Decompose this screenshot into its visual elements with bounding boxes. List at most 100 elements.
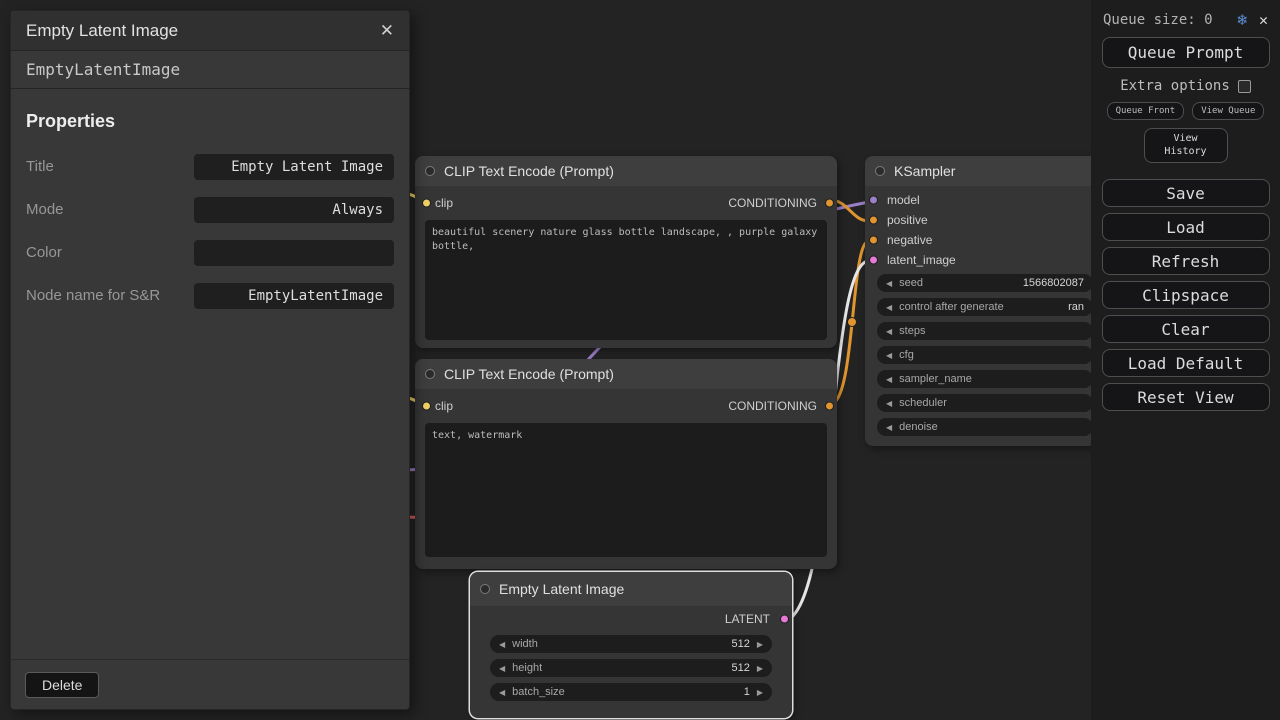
model-input-port[interactable] bbox=[869, 196, 878, 205]
latent-output-label: LATENT bbox=[725, 612, 770, 626]
decrement-arrow-icon[interactable]: ◀ bbox=[886, 423, 892, 432]
decrement-arrow-icon[interactable]: ◀ bbox=[886, 303, 892, 312]
close-icon[interactable]: ✕ bbox=[380, 21, 394, 41]
decrement-arrow-icon[interactable]: ◀ bbox=[886, 375, 892, 384]
node-ksampler[interactable]: KSampler model positive negative latent_… bbox=[865, 156, 1105, 446]
clip-input-port[interactable] bbox=[422, 402, 431, 411]
model-input-label: model bbox=[887, 193, 920, 207]
node-title: CLIP Text Encode (Prompt) bbox=[444, 163, 614, 179]
decrement-arrow-icon[interactable]: ◀ bbox=[886, 351, 892, 360]
collapse-dot-icon[interactable] bbox=[480, 584, 490, 594]
close-icon[interactable]: ✕ bbox=[1259, 11, 1268, 29]
widget-width[interactable]: ◀ width 512 ▶ bbox=[490, 635, 772, 653]
view-history-button[interactable]: View History bbox=[1144, 128, 1228, 163]
widget-batch-size[interactable]: ◀ batch_size 1 ▶ bbox=[490, 683, 772, 701]
node-clip-text-encode-positive[interactable]: CLIP Text Encode (Prompt) clip CONDITION… bbox=[415, 156, 837, 348]
widget-scheduler[interactable]: ◀ scheduler bbox=[877, 394, 1093, 412]
widget-cfg[interactable]: ◀ cfg bbox=[877, 346, 1093, 364]
field-label: Node name for S&R bbox=[26, 286, 160, 306]
node-properties-panel: Empty Latent Image ✕ EmptyLatentImage Pr… bbox=[10, 10, 410, 710]
settings-icon[interactable]: ❄ bbox=[1237, 10, 1247, 29]
latent-output-port[interactable] bbox=[780, 615, 789, 624]
color-field[interactable] bbox=[194, 240, 394, 266]
decrement-arrow-icon[interactable]: ◀ bbox=[886, 399, 892, 408]
load-default-button[interactable]: Load Default bbox=[1102, 349, 1270, 377]
clear-button[interactable]: Clear bbox=[1102, 315, 1270, 343]
widget-height[interactable]: ◀ height 512 ▶ bbox=[490, 659, 772, 677]
positive-input-port[interactable] bbox=[869, 216, 878, 225]
widget-label: control after generate bbox=[899, 301, 1004, 313]
input-latent-image: latent_image bbox=[865, 250, 1105, 270]
title-field[interactable]: Empty Latent Image bbox=[194, 154, 394, 180]
refresh-button[interactable]: Refresh bbox=[1102, 247, 1270, 275]
load-button[interactable]: Load bbox=[1102, 213, 1270, 241]
node-clip-text-encode-negative[interactable]: CLIP Text Encode (Prompt) clip CONDITION… bbox=[415, 359, 837, 569]
field-color: Color bbox=[26, 240, 394, 266]
decrement-arrow-icon[interactable]: ◀ bbox=[499, 664, 505, 673]
node-title: CLIP Text Encode (Prompt) bbox=[444, 366, 614, 382]
conditioning-output-port[interactable] bbox=[825, 402, 834, 411]
node-name-field[interactable]: EmptyLatentImage bbox=[194, 283, 394, 309]
prompt-textarea[interactable]: text, watermark bbox=[425, 423, 827, 557]
view-queue-button[interactable]: View Queue bbox=[1192, 102, 1264, 120]
save-button[interactable]: Save bbox=[1102, 179, 1270, 207]
field-node-name: Node name for S&R EmptyLatentImage bbox=[26, 283, 394, 309]
conditioning-output-label: CONDITIONING bbox=[728, 399, 817, 413]
negative-input-port[interactable] bbox=[869, 236, 878, 245]
widget-label: seed bbox=[899, 277, 923, 289]
queue-size-label: Queue size: 0 bbox=[1103, 12, 1237, 28]
field-title: Title Empty Latent Image bbox=[26, 154, 394, 180]
widget-label: steps bbox=[899, 325, 925, 337]
node-class-name: EmptyLatentImage bbox=[11, 51, 409, 89]
queue-prompt-button[interactable]: Queue Prompt bbox=[1102, 37, 1270, 68]
widget-label: height bbox=[512, 662, 542, 674]
increment-arrow-icon[interactable]: ▶ bbox=[757, 664, 763, 673]
input-positive: positive bbox=[865, 210, 1105, 230]
prompt-textarea[interactable]: beautiful scenery nature glass bottle la… bbox=[425, 220, 827, 340]
decrement-arrow-icon[interactable]: ◀ bbox=[499, 688, 505, 697]
widget-steps[interactable]: ◀ steps bbox=[877, 322, 1093, 340]
clip-input-label: clip bbox=[435, 399, 453, 413]
reset-view-button[interactable]: Reset View bbox=[1102, 383, 1270, 411]
extra-options-label: Extra options bbox=[1120, 78, 1230, 94]
node-header[interactable]: Empty Latent Image bbox=[470, 572, 792, 606]
mode-field[interactable]: Always bbox=[194, 197, 394, 223]
delete-button[interactable]: Delete bbox=[25, 672, 99, 698]
decrement-arrow-icon[interactable]: ◀ bbox=[886, 279, 892, 288]
increment-arrow-icon[interactable]: ▶ bbox=[757, 640, 763, 649]
conditioning-output-label: CONDITIONING bbox=[728, 196, 817, 210]
latent-image-input-port[interactable] bbox=[869, 256, 878, 265]
node-header[interactable]: CLIP Text Encode (Prompt) bbox=[415, 359, 837, 389]
collapse-dot-icon[interactable] bbox=[875, 166, 885, 176]
positive-input-label: positive bbox=[887, 213, 928, 227]
clipspace-button[interactable]: Clipspace bbox=[1102, 281, 1270, 309]
widget-control-after-generate[interactable]: ◀ control after generate ran bbox=[877, 298, 1093, 316]
widget-value: 1566802087 bbox=[1023, 277, 1084, 289]
decrement-arrow-icon[interactable]: ◀ bbox=[886, 327, 892, 336]
input-negative: negative bbox=[865, 230, 1105, 250]
widget-denoise[interactable]: ◀ denoise bbox=[877, 418, 1093, 436]
extra-options-checkbox[interactable] bbox=[1238, 80, 1251, 93]
widget-label: cfg bbox=[899, 349, 914, 361]
panel-footer: Delete bbox=[11, 659, 409, 709]
queue-front-button[interactable]: Queue Front bbox=[1107, 102, 1185, 120]
collapse-dot-icon[interactable] bbox=[425, 166, 435, 176]
link-midpoint-dot bbox=[848, 318, 857, 327]
node-empty-latent-image[interactable]: Empty Latent Image LATENT ◀ width 512 ▶ … bbox=[470, 572, 792, 718]
clip-input-port[interactable] bbox=[422, 199, 431, 208]
widget-sampler-name[interactable]: ◀ sampler_name bbox=[877, 370, 1093, 388]
increment-arrow-icon[interactable]: ▶ bbox=[757, 688, 763, 697]
field-label: Mode bbox=[26, 200, 64, 220]
node-header[interactable]: KSampler bbox=[865, 156, 1105, 186]
widget-seed[interactable]: ◀ seed 1566802087 bbox=[877, 274, 1093, 292]
widget-value: ran bbox=[1068, 301, 1084, 313]
field-mode: Mode Always bbox=[26, 197, 394, 223]
widget-value: 1 bbox=[744, 686, 750, 698]
collapse-dot-icon[interactable] bbox=[425, 369, 435, 379]
widget-label: batch_size bbox=[512, 686, 565, 698]
decrement-arrow-icon[interactable]: ◀ bbox=[499, 640, 505, 649]
widget-value: 512 bbox=[731, 662, 749, 674]
conditioning-output-port[interactable] bbox=[825, 199, 834, 208]
node-header[interactable]: CLIP Text Encode (Prompt) bbox=[415, 156, 837, 186]
latent-image-input-label: latent_image bbox=[887, 253, 956, 267]
